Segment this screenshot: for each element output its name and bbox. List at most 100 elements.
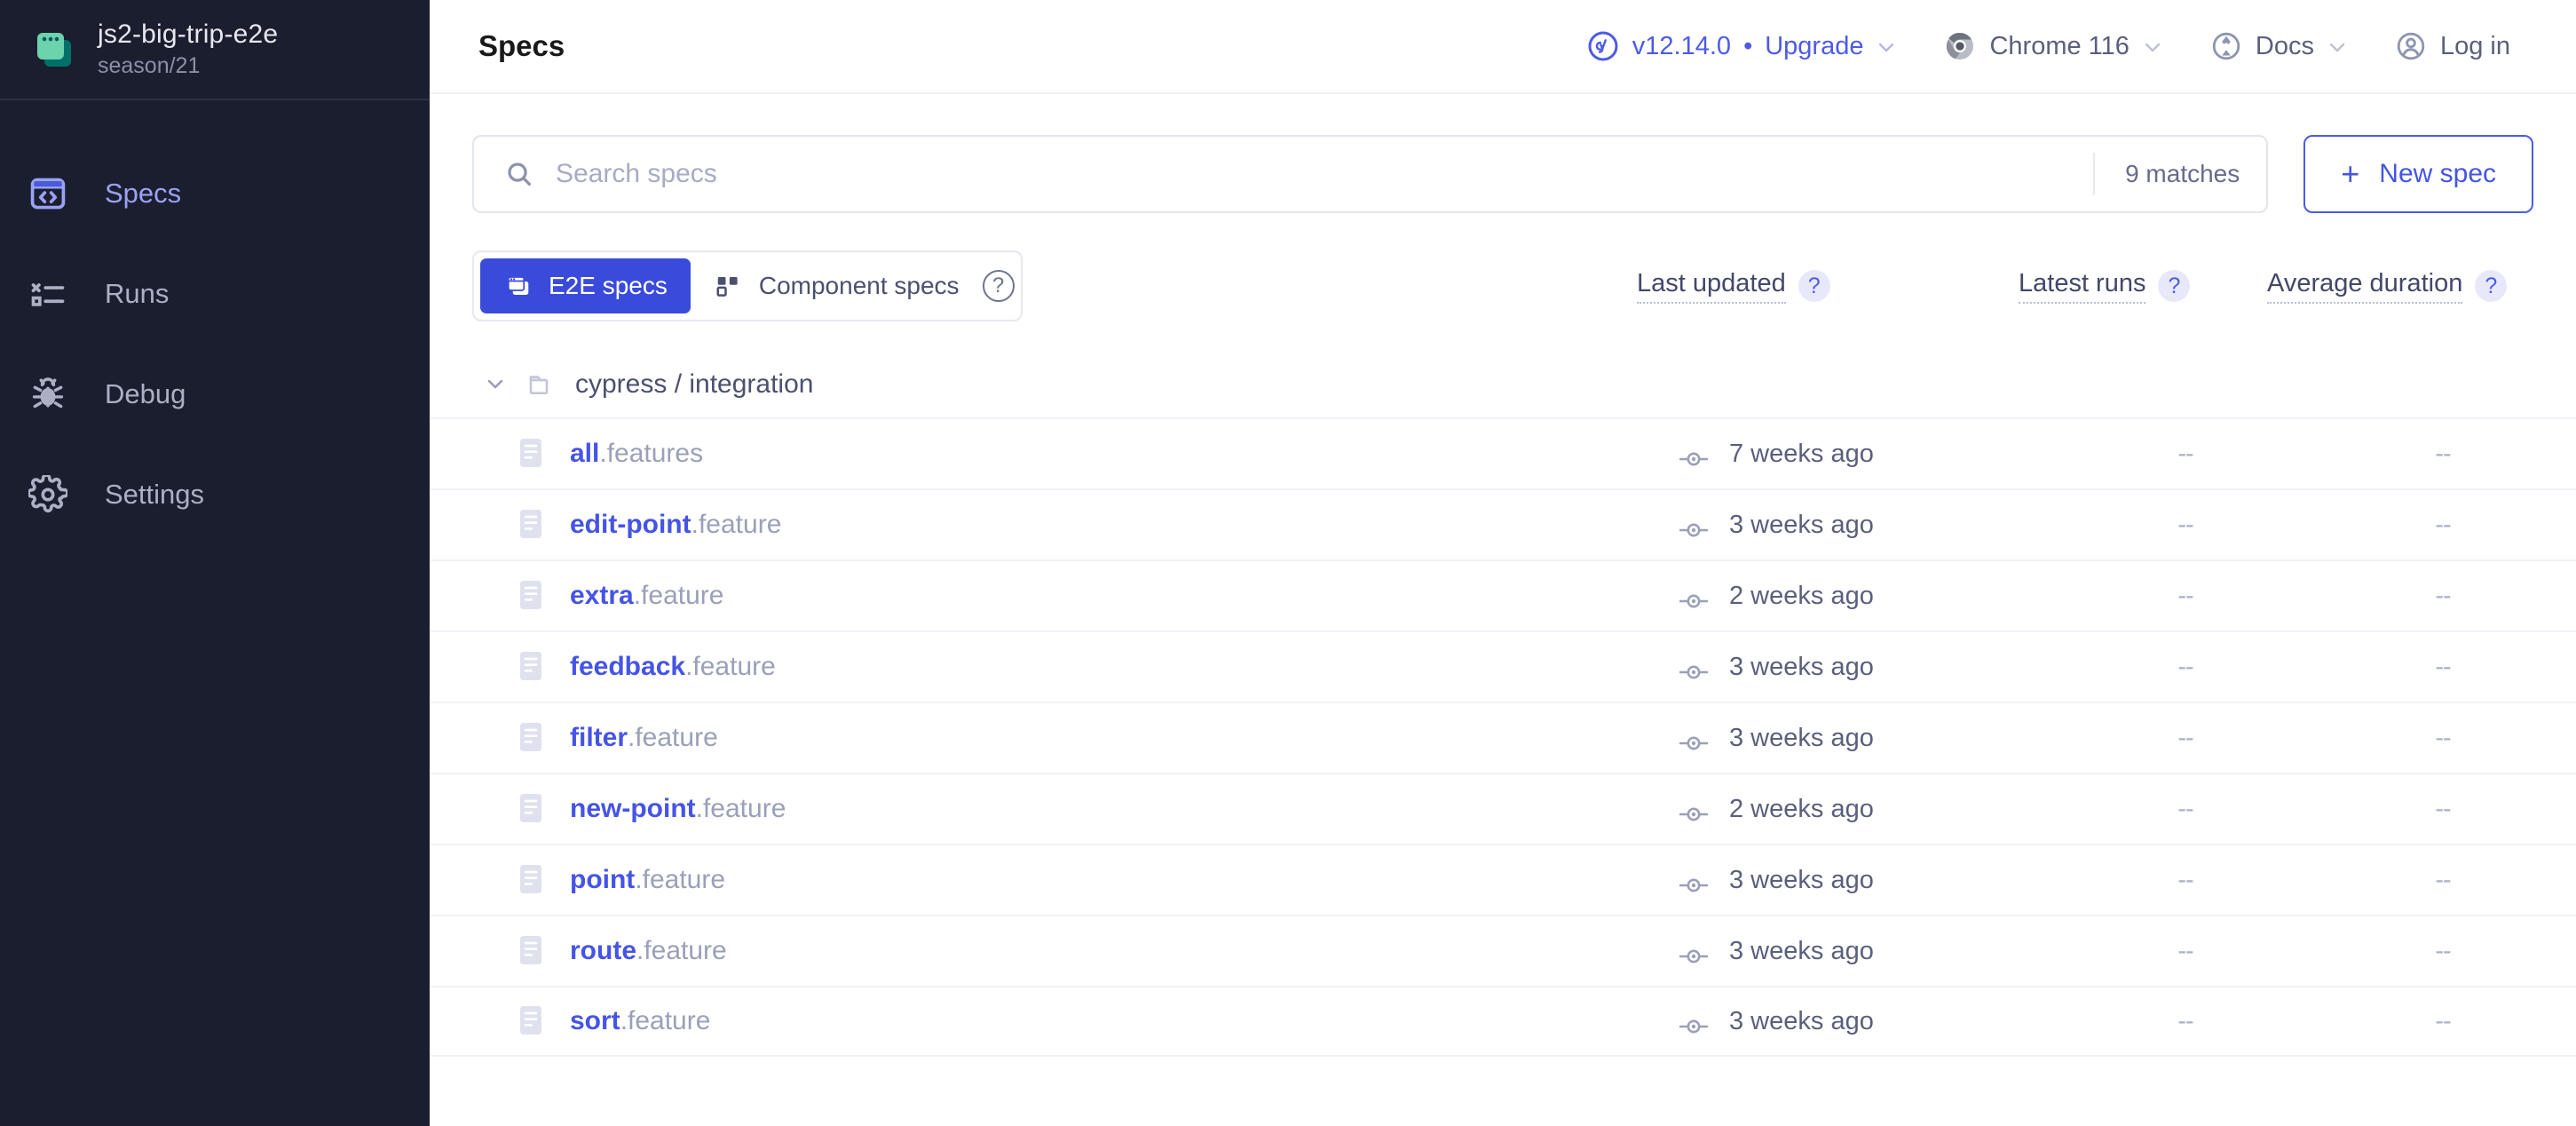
specs-icon	[21, 167, 75, 220]
spec-latest-runs-cell: --	[2061, 724, 2310, 753]
debug-bug-icon	[21, 368, 75, 421]
spec-name-cell[interactable]: filter.feature	[430, 720, 1679, 756]
project-branch: season/21	[98, 53, 201, 78]
spec-name: all.features	[570, 439, 703, 469]
search-input[interactable]	[556, 159, 2094, 189]
spec-type-toggle: E2E specs Component specs ?	[472, 250, 1023, 321]
docs-button[interactable]: Docs	[2186, 29, 2371, 63]
page-title: Specs	[478, 29, 565, 62]
spec-file-icon	[517, 649, 547, 685]
project-header[interactable]: js2-big-trip-e2e season/21	[0, 0, 430, 100]
search-box[interactable]: 9 matches	[472, 135, 2269, 213]
table-row[interactable]: extra.feature 2 weeks ago -- --	[430, 559, 2576, 630]
spec-last-updated-value: 2 weeks ago	[1729, 794, 1874, 823]
spec-average-duration-value: --	[2435, 865, 2451, 894]
table-row[interactable]: point.feature 3 weeks ago -- --	[430, 844, 2576, 915]
sidebar-item-debug[interactable]: Debug	[0, 344, 430, 444]
project-name: js2-big-trip-e2e	[98, 20, 279, 49]
login-label: Log in	[2439, 31, 2510, 60]
spec-last-updated-value: 7 weeks ago	[1729, 439, 1874, 468]
table-row[interactable]: edit-point.feature 3 weeks ago -- --	[430, 488, 2576, 559]
spec-basename: point	[570, 865, 636, 894]
git-commit-icon	[1679, 587, 1710, 608]
new-spec-button[interactable]: + New spec	[2303, 135, 2533, 213]
spec-latest-runs-cell: --	[2061, 795, 2310, 824]
spec-name-cell[interactable]: edit-point.feature	[430, 507, 1679, 543]
login-button[interactable]: Log in	[2371, 29, 2533, 63]
tab-e2e-specs[interactable]: E2E specs	[480, 258, 691, 313]
table-row[interactable]: new-point.feature 2 weeks ago -- --	[430, 773, 2576, 844]
spec-name: route.feature	[570, 936, 727, 966]
sidebar-item-label: Settings	[105, 478, 205, 510]
spec-last-updated-cell: 3 weeks ago	[1679, 653, 2061, 682]
spec-last-updated-cell: 3 weeks ago	[1679, 511, 2061, 540]
spec-file-icon	[517, 720, 547, 756]
browser-selector[interactable]: Chrome 116	[1920, 29, 2185, 63]
tab-component-specs[interactable]: Component specs	[691, 258, 983, 313]
spec-basename: extra	[570, 581, 634, 610]
spec-file-icon	[517, 578, 547, 614]
spec-name-cell[interactable]: new-point.feature	[430, 791, 1679, 827]
spec-average-duration-cell: --	[2310, 866, 2576, 895]
spec-latest-runs-value: --	[2177, 723, 2193, 752]
spec-last-updated-cell: 2 weeks ago	[1679, 795, 2061, 824]
spec-name: new-point.feature	[570, 794, 786, 824]
spec-latest-runs-value: --	[2177, 439, 2193, 468]
spec-last-updated-value: 2 weeks ago	[1729, 581, 1874, 610]
spec-last-updated-cell: 3 weeks ago	[1679, 866, 2061, 895]
column-header-latest-runs[interactable]: Latest runs ?	[2019, 269, 2267, 304]
spec-name-cell[interactable]: point.feature	[430, 862, 1679, 898]
spec-latest-runs-value: --	[2177, 936, 2193, 965]
git-commit-icon	[1679, 445, 1710, 466]
spec-folder-row[interactable]: cypress / integration	[430, 352, 2576, 417]
spec-average-duration-cell: --	[2310, 653, 2576, 682]
spec-extension: .feature	[628, 723, 718, 752]
last-updated-help-icon[interactable]: ?	[1798, 270, 1830, 302]
spec-extension: .feature	[633, 581, 724, 610]
column-header-average-duration[interactable]: Average duration ?	[2267, 269, 2533, 304]
table-row[interactable]: feedback.feature 3 weeks ago -- --	[430, 630, 2576, 702]
spec-latest-runs-value: --	[2177, 510, 2193, 539]
git-commit-icon	[1679, 800, 1710, 821]
table-row[interactable]: all.features 7 weeks ago -- --	[430, 417, 2576, 488]
topbar-actions: v12.14.0 • Upgrade Chrome 116 Docs Log i…	[1563, 29, 2533, 63]
column-header-last-updated[interactable]: Last updated ?	[1637, 269, 2019, 304]
spec-name-cell[interactable]: route.feature	[430, 933, 1679, 969]
spec-name-cell[interactable]: sort.feature	[430, 1003, 1679, 1039]
spec-name-cell[interactable]: extra.feature	[430, 578, 1679, 614]
table-row[interactable]: route.feature 3 weeks ago -- --	[430, 915, 2576, 986]
spec-average-duration-cell: --	[2310, 1007, 2576, 1036]
spec-file-icon	[517, 436, 547, 472]
column-label: Last updated	[1637, 269, 1786, 304]
spec-average-duration-value: --	[2435, 794, 2451, 823]
spec-name-cell[interactable]: all.features	[430, 436, 1679, 472]
main-content: Specs v12.14.0 • Upgrade Chrome 116 Docs…	[430, 0, 2576, 1126]
spec-last-updated-cell: 7 weeks ago	[1679, 440, 2061, 469]
latest-runs-help-icon[interactable]: ?	[2158, 270, 2191, 302]
spec-type-help-icon[interactable]: ?	[982, 270, 1015, 302]
average-duration-help-icon[interactable]: ?	[2475, 270, 2508, 302]
sidebar-item-specs[interactable]: Specs	[0, 143, 430, 243]
version-separator: •	[1743, 31, 1753, 60]
table-row[interactable]: sort.feature 3 weeks ago -- --	[430, 986, 2576, 1057]
spec-last-updated-value: 3 weeks ago	[1729, 1006, 1874, 1035]
table-row[interactable]: filter.feature 3 weeks ago -- --	[430, 702, 2576, 773]
spec-average-duration-cell: --	[2310, 795, 2576, 824]
spec-basename: route	[570, 936, 636, 965]
version-upgrade-button[interactable]: v12.14.0 • Upgrade	[1563, 29, 1921, 63]
git-commit-icon	[1679, 516, 1710, 537]
new-spec-label: New spec	[2379, 159, 2496, 188]
sidebar-item-runs[interactable]: Runs	[0, 243, 430, 344]
spec-average-duration-value: --	[2435, 439, 2451, 468]
spec-average-duration-value: --	[2435, 723, 2451, 752]
spec-name-cell[interactable]: feedback.feature	[430, 649, 1679, 685]
sidebar-item-settings[interactable]: Settings	[0, 444, 430, 544]
chevron-down-icon[interactable]	[483, 371, 510, 398]
column-label: Average duration	[2267, 269, 2463, 304]
spec-last-updated-cell: 3 weeks ago	[1679, 1007, 2061, 1036]
sidebar: js2-big-trip-e2e season/21 Specs Runs De…	[0, 0, 430, 1126]
spec-basename: feedback	[570, 652, 686, 681]
tab-e2e-label: E2E specs	[549, 272, 668, 299]
browser-label: Chrome 116	[1989, 31, 2130, 60]
spec-basename: all	[570, 439, 600, 468]
